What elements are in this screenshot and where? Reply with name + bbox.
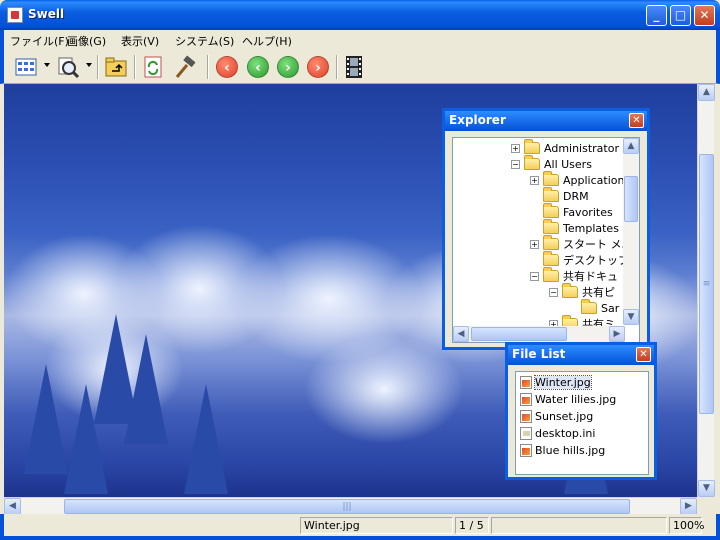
jpg-file-icon bbox=[520, 443, 532, 457]
folder-tree[interactable]: + Administrator − All Users + Application D… bbox=[452, 137, 640, 343]
file-list-close-button[interactable]: ✕ bbox=[636, 347, 651, 362]
previous-image-icon[interactable]: ‹ bbox=[246, 55, 270, 79]
explorer-title-text: Explorer bbox=[449, 113, 506, 127]
next-image-icon[interactable]: › bbox=[276, 55, 300, 79]
tree-item[interactable]: Sar bbox=[581, 299, 619, 316]
parent-folder-icon[interactable] bbox=[104, 55, 128, 79]
hammer-icon[interactable] bbox=[174, 55, 198, 79]
folder-icon bbox=[543, 187, 559, 202]
menu-image[interactable]: 画像(G) bbox=[67, 33, 106, 49]
folder-icon bbox=[543, 251, 559, 266]
close-button[interactable]: ✕ bbox=[694, 5, 715, 26]
tree-item[interactable]: + Administrator bbox=[511, 139, 619, 156]
explorer-close-button[interactable]: ✕ bbox=[629, 113, 644, 128]
ini-file-icon bbox=[520, 426, 532, 440]
scroll-down-icon[interactable]: ▼ bbox=[698, 480, 715, 497]
tree-item[interactable]: Templates bbox=[543, 219, 619, 236]
folder-icon bbox=[543, 235, 559, 250]
jpg-file-icon bbox=[520, 409, 532, 423]
tree-hscroll-thumb[interactable] bbox=[471, 327, 567, 341]
scroll-up-icon[interactable]: ▲ bbox=[623, 138, 639, 154]
tree-item[interactable]: − 共有ピ bbox=[549, 283, 615, 300]
tree-item[interactable]: DRM bbox=[543, 187, 589, 204]
folder-icon bbox=[543, 171, 559, 186]
explorer-panel: Explorer ✕ + Administrator − All Users + Ap… bbox=[442, 108, 650, 350]
file-list[interactable]: Winter.jpg Water lilies.jpg Sunset.jpg d… bbox=[515, 371, 649, 475]
file-item[interactable]: desktop.ini bbox=[520, 425, 595, 441]
tree-vertical-scrollbar[interactable]: ▲ ▼ bbox=[623, 138, 639, 325]
menu-file[interactable]: ファイル(F) bbox=[10, 33, 69, 49]
thumbnail-view-icon[interactable] bbox=[14, 55, 38, 79]
chevron-down-icon[interactable] bbox=[86, 63, 92, 67]
folder-icon bbox=[543, 203, 559, 218]
toolbar-separator bbox=[207, 55, 209, 79]
status-filename: Winter.jpg bbox=[300, 517, 453, 534]
explorer-title: Explorer ✕ bbox=[445, 111, 647, 131]
tree-item[interactable]: + スタート メニ bbox=[530, 235, 633, 252]
folder-icon bbox=[581, 299, 597, 314]
scroll-up-icon[interactable]: ▲ bbox=[698, 84, 715, 101]
tree-item[interactable]: Favorites bbox=[543, 203, 613, 220]
scroll-right-icon[interactable]: ▶ bbox=[680, 498, 697, 515]
menu-bar: ファイル(F) 画像(G) 表示(V) システム(S) ヘルプ(H) bbox=[0, 30, 720, 50]
status-zoom: 100% bbox=[669, 517, 704, 534]
title-bar: Swell _ □ ✕ bbox=[0, 0, 720, 30]
tree-item[interactable]: + Application bbox=[530, 171, 624, 188]
first-image-icon[interactable]: ‹ bbox=[215, 55, 239, 79]
toolbar-separator bbox=[97, 55, 99, 79]
toolbar: ‹ ‹ › › bbox=[0, 50, 720, 84]
folder-icon bbox=[562, 283, 578, 298]
toolbar-separator bbox=[134, 55, 136, 79]
folder-icon bbox=[524, 139, 540, 154]
scroll-left-icon[interactable]: ◀ bbox=[453, 326, 469, 342]
file-item[interactable]: Water lilies.jpg bbox=[520, 391, 616, 407]
tree-item[interactable]: − 共有ドキュ bbox=[530, 267, 618, 284]
tree-scroll-thumb[interactable] bbox=[624, 176, 638, 222]
toolbar-separator bbox=[336, 55, 338, 79]
menu-system[interactable]: システム(S) bbox=[175, 33, 234, 49]
minimize-button[interactable]: _ bbox=[646, 5, 667, 26]
slideshow-film-icon[interactable] bbox=[342, 55, 366, 79]
menu-view[interactable]: 表示(V) bbox=[121, 33, 159, 49]
jpg-file-icon bbox=[520, 392, 532, 406]
horizontal-scroll-thumb[interactable]: ||| bbox=[64, 499, 630, 514]
horizontal-scrollbar[interactable]: ◀ ||| ▶ bbox=[4, 497, 697, 515]
scroll-left-icon[interactable]: ◀ bbox=[4, 498, 21, 515]
vertical-scroll-thumb[interactable]: ≡ bbox=[699, 154, 714, 414]
folder-icon bbox=[543, 267, 559, 282]
vertical-scrollbar[interactable]: ▲ ≡ ▼ bbox=[697, 84, 715, 497]
tree-item[interactable]: − All Users bbox=[511, 155, 592, 172]
file-list-title: File List ✕ bbox=[508, 345, 654, 365]
last-image-icon[interactable]: › bbox=[306, 55, 330, 79]
status-bar: Winter.jpg 1 / 5 100% bbox=[0, 514, 720, 540]
scroll-down-icon[interactable]: ▼ bbox=[623, 309, 639, 325]
status-position: 1 / 5 bbox=[455, 517, 489, 534]
jpg-file-icon bbox=[520, 375, 532, 389]
tree-horizontal-scrollbar[interactable]: ◀ ▶ bbox=[453, 326, 625, 342]
window-title: Swell bbox=[28, 7, 65, 21]
scroll-right-icon[interactable]: ▶ bbox=[609, 326, 625, 342]
tree-item[interactable]: デスクトップ bbox=[543, 251, 629, 268]
file-item[interactable]: Blue hills.jpg bbox=[520, 442, 605, 458]
maximize-button[interactable]: □ bbox=[670, 5, 691, 26]
file-list-title-text: File List bbox=[512, 347, 566, 361]
zoom-icon[interactable] bbox=[56, 55, 80, 79]
file-item-selected[interactable]: Winter.jpg bbox=[520, 374, 592, 390]
file-item[interactable]: Sunset.jpg bbox=[520, 408, 593, 424]
chevron-down-icon[interactable] bbox=[44, 63, 50, 67]
app-icon bbox=[7, 7, 23, 23]
status-empty bbox=[491, 517, 667, 534]
refresh-icon[interactable] bbox=[141, 55, 165, 79]
menu-help[interactable]: ヘルプ(H) bbox=[242, 33, 292, 49]
file-list-panel: File List ✕ Winter.jpg Water lilies.jpg … bbox=[505, 342, 657, 480]
folder-icon bbox=[524, 155, 540, 170]
folder-icon bbox=[543, 219, 559, 234]
